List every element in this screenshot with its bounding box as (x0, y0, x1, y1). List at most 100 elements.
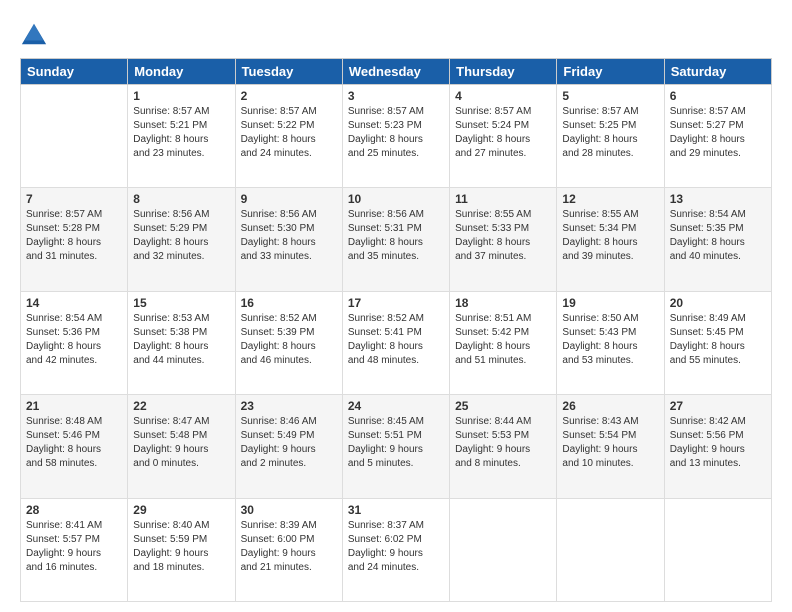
day-detail: Sunrise: 8:41 AMSunset: 5:57 PMDaylight:… (26, 519, 122, 575)
day-number: 16 (241, 296, 337, 310)
day-detail: Sunrise: 8:57 AMSunset: 5:25 PMDaylight:… (562, 105, 658, 161)
weekday-header-friday: Friday (557, 59, 664, 85)
calendar-cell: 9Sunrise: 8:56 AMSunset: 5:30 PMDaylight… (235, 188, 342, 291)
day-number: 24 (348, 399, 444, 413)
day-number: 12 (562, 192, 658, 206)
weekday-header-row: SundayMondayTuesdayWednesdayThursdayFrid… (21, 59, 772, 85)
week-row-4: 21Sunrise: 8:48 AMSunset: 5:46 PMDayligh… (21, 395, 772, 498)
day-detail: Sunrise: 8:40 AMSunset: 5:59 PMDaylight:… (133, 519, 229, 575)
day-number: 3 (348, 89, 444, 103)
calendar-cell (450, 498, 557, 601)
day-number: 22 (133, 399, 229, 413)
week-row-1: 1Sunrise: 8:57 AMSunset: 5:21 PMDaylight… (21, 85, 772, 188)
day-detail: Sunrise: 8:56 AMSunset: 5:31 PMDaylight:… (348, 208, 444, 264)
calendar-cell: 4 Sunrise: 8:57 AMSunset: 5:24 PMDaylight… (450, 85, 557, 188)
day-number: 28 (26, 503, 122, 517)
day-number: 25 (455, 399, 551, 413)
calendar-cell: 19 Sunrise: 8:50 AMSunset: 5:43 PMDayligh… (557, 291, 664, 394)
day-detail: Sunrise: 8:48 AMSunset: 5:46 PMDaylight:… (26, 415, 122, 471)
day-detail: Sunrise: 8:57 AMSunset: 5:21 PMDaylight:… (133, 105, 229, 161)
calendar-cell: 6 Sunrise: 8:57 AMSunset: 5:27 PMDaylight… (664, 85, 771, 188)
calendar-cell: 25 Sunrise: 8:44 AMSunset: 5:53 PMDayligh… (450, 395, 557, 498)
day-detail: Sunrise: 8:52 AMSunset: 5:41 PMDaylight:… (348, 312, 444, 368)
calendar-cell: 27 Sunrise: 8:42 AMSunset: 5:56 PMDayligh… (664, 395, 771, 498)
day-detail: Sunrise: 8:54 AMSunset: 5:36 PMDaylight:… (26, 312, 122, 368)
calendar-cell: 7 Sunrise: 8:57 AMSunset: 5:28 PMDaylight… (21, 188, 128, 291)
weekday-header-monday: Monday (128, 59, 235, 85)
weekday-header-wednesday: Wednesday (342, 59, 449, 85)
calendar-cell (21, 85, 128, 188)
day-detail: Sunrise: 8:42 AMSunset: 5:56 PMDaylight:… (670, 415, 766, 471)
day-number: 30 (241, 503, 337, 517)
day-detail: Sunrise: 8:57 AMSunset: 5:24 PMDaylight:… (455, 105, 551, 161)
calendar-cell: 3Sunrise: 8:57 AMSunset: 5:23 PMDaylight… (342, 85, 449, 188)
day-detail: Sunrise: 8:52 AMSunset: 5:39 PMDaylight:… (241, 312, 337, 368)
calendar-cell: 17 Sunrise: 8:52 AMSunset: 5:41 PMDayligh… (342, 291, 449, 394)
day-number: 6 (670, 89, 766, 103)
weekday-header-sunday: Sunday (21, 59, 128, 85)
day-number: 27 (670, 399, 766, 413)
day-number: 8 (133, 192, 229, 206)
day-detail: Sunrise: 8:37 AMSunset: 6:02 PMDaylight:… (348, 519, 444, 575)
calendar-header: SundayMondayTuesdayWednesdayThursdayFrid… (21, 59, 772, 85)
day-number: 15 (133, 296, 229, 310)
calendar-cell: 24 Sunrise: 8:45 AMSunset: 5:51 PMDayligh… (342, 395, 449, 498)
calendar-cell: 14 Sunrise: 8:54 AMSunset: 5:36 PMDayligh… (21, 291, 128, 394)
calendar-cell: 5 Sunrise: 8:57 AMSunset: 5:25 PMDaylight… (557, 85, 664, 188)
day-number: 29 (133, 503, 229, 517)
day-detail: Sunrise: 8:57 AMSunset: 5:28 PMDaylight:… (26, 208, 122, 264)
calendar-cell: 23 Sunrise: 8:46 AMSunset: 5:49 PMDayligh… (235, 395, 342, 498)
day-detail: Sunrise: 8:56 AMSunset: 5:29 PMDaylight:… (133, 208, 229, 264)
day-number: 19 (562, 296, 658, 310)
day-number: 10 (348, 192, 444, 206)
calendar-cell: 11Sunrise: 8:55 AMSunset: 5:33 PMDayligh… (450, 188, 557, 291)
header (20, 20, 772, 48)
week-row-2: 7 Sunrise: 8:57 AMSunset: 5:28 PMDaylight… (21, 188, 772, 291)
day-number: 26 (562, 399, 658, 413)
day-number: 9 (241, 192, 337, 206)
day-detail: Sunrise: 8:57 AMSunset: 5:27 PMDaylight:… (670, 105, 766, 161)
logo (20, 20, 52, 48)
day-number: 17 (348, 296, 444, 310)
day-detail: Sunrise: 8:46 AMSunset: 5:49 PMDaylight:… (241, 415, 337, 471)
day-detail: Sunrise: 8:54 AMSunset: 5:35 PMDaylight:… (670, 208, 766, 264)
day-number: 20 (670, 296, 766, 310)
logo-icon (20, 20, 48, 48)
day-detail: Sunrise: 8:50 AMSunset: 5:43 PMDaylight:… (562, 312, 658, 368)
page: SundayMondayTuesdayWednesdayThursdayFrid… (0, 0, 792, 612)
day-detail: Sunrise: 8:39 AMSunset: 6:00 PMDaylight:… (241, 519, 337, 575)
calendar-cell: 1Sunrise: 8:57 AMSunset: 5:21 PMDaylight… (128, 85, 235, 188)
day-detail: Sunrise: 8:44 AMSunset: 5:53 PMDaylight:… (455, 415, 551, 471)
calendar-body: 1Sunrise: 8:57 AMSunset: 5:21 PMDaylight… (21, 85, 772, 602)
calendar-cell (557, 498, 664, 601)
day-detail: Sunrise: 8:55 AMSunset: 5:33 PMDaylight:… (455, 208, 551, 264)
day-detail: Sunrise: 8:51 AMSunset: 5:42 PMDaylight:… (455, 312, 551, 368)
calendar-cell: 20 Sunrise: 8:49 AMSunset: 5:45 PMDayligh… (664, 291, 771, 394)
calendar-cell: 28 Sunrise: 8:41 AMSunset: 5:57 PMDayligh… (21, 498, 128, 601)
calendar-cell: 8 Sunrise: 8:56 AMSunset: 5:29 PMDaylight… (128, 188, 235, 291)
day-detail: Sunrise: 8:47 AMSunset: 5:48 PMDaylight:… (133, 415, 229, 471)
week-row-5: 28 Sunrise: 8:41 AMSunset: 5:57 PMDayligh… (21, 498, 772, 601)
day-detail: Sunrise: 8:57 AMSunset: 5:22 PMDaylight:… (241, 105, 337, 161)
day-detail: Sunrise: 8:45 AMSunset: 5:51 PMDaylight:… (348, 415, 444, 471)
day-number: 14 (26, 296, 122, 310)
calendar-cell: 22 Sunrise: 8:47 AMSunset: 5:48 PMDayligh… (128, 395, 235, 498)
calendar-cell: 26 Sunrise: 8:43 AMSunset: 5:54 PMDayligh… (557, 395, 664, 498)
day-detail: Sunrise: 8:55 AMSunset: 5:34 PMDaylight:… (562, 208, 658, 264)
day-detail: Sunrise: 8:43 AMSunset: 5:54 PMDaylight:… (562, 415, 658, 471)
day-number: 4 (455, 89, 551, 103)
day-number: 13 (670, 192, 766, 206)
day-number: 31 (348, 503, 444, 517)
week-row-3: 14 Sunrise: 8:54 AMSunset: 5:36 PMDayligh… (21, 291, 772, 394)
weekday-header-thursday: Thursday (450, 59, 557, 85)
calendar-cell: 31 Sunrise: 8:37 AMSunset: 6:02 PMDayligh… (342, 498, 449, 601)
day-detail: Sunrise: 8:49 AMSunset: 5:45 PMDaylight:… (670, 312, 766, 368)
day-number: 5 (562, 89, 658, 103)
calendar-cell: 10 Sunrise: 8:56 AMSunset: 5:31 PMDayligh… (342, 188, 449, 291)
calendar-cell: 30 Sunrise: 8:39 AMSunset: 6:00 PMDayligh… (235, 498, 342, 601)
calendar-cell: 2Sunrise: 8:57 AMSunset: 5:22 PMDaylight… (235, 85, 342, 188)
day-number: 7 (26, 192, 122, 206)
calendar-cell: 29 Sunrise: 8:40 AMSunset: 5:59 PMDayligh… (128, 498, 235, 601)
weekday-header-saturday: Saturday (664, 59, 771, 85)
day-number: 23 (241, 399, 337, 413)
